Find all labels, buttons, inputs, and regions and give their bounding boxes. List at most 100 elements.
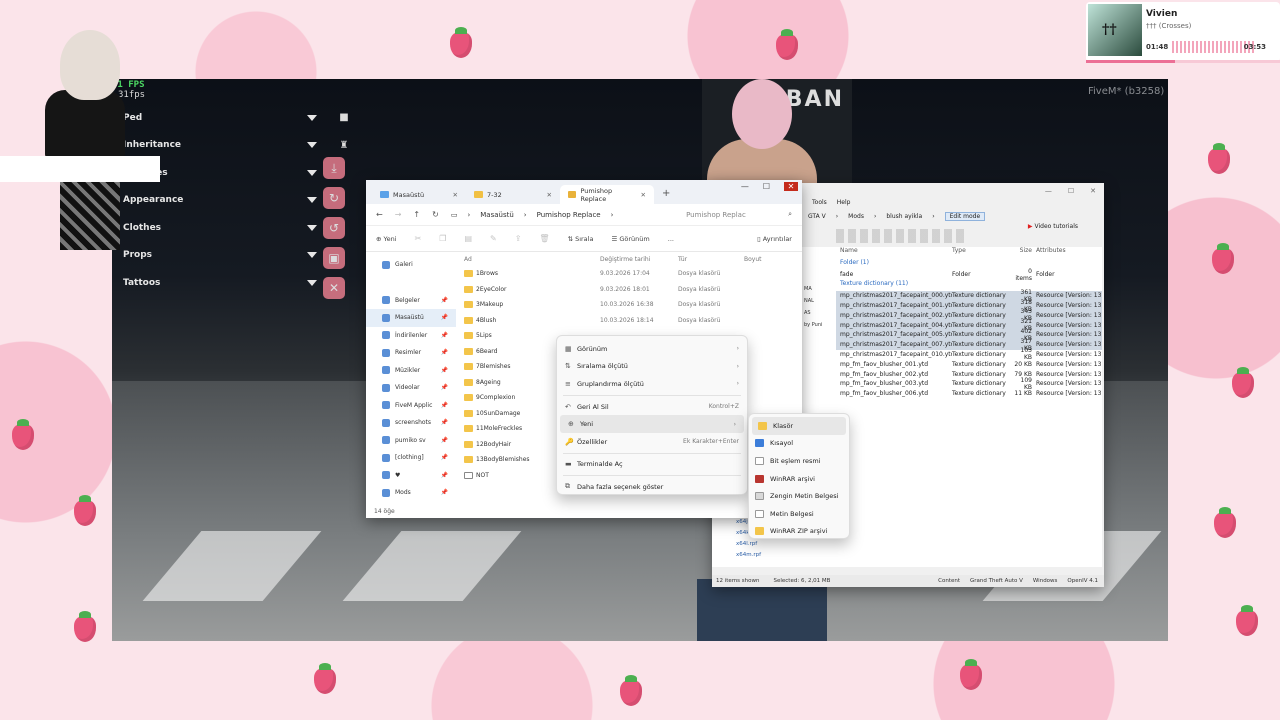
cut-icon[interactable]: ✂ bbox=[415, 234, 422, 243]
menu-help[interactable]: Help bbox=[837, 199, 851, 209]
edit-mode-button[interactable]: Edit mode bbox=[944, 211, 986, 221]
context-menu-item[interactable]: 🔑 Özellikler Ek Karakter+Enter bbox=[557, 433, 747, 451]
rotate-icon[interactable]: ↻ bbox=[323, 187, 345, 209]
submenu-item[interactable]: Kısayol bbox=[749, 435, 849, 453]
new-tab-button[interactable]: + bbox=[654, 188, 678, 204]
more-button[interactable]: ... bbox=[668, 235, 674, 243]
table-row[interactable]: mp_christmas2017_facepaint_002.ytd Textur… bbox=[836, 308, 1102, 322]
up-icon[interactable]: ↑ bbox=[413, 210, 420, 219]
refresh-icon[interactable]: ↻ bbox=[432, 210, 439, 219]
undo-icon[interactable]: ↺ bbox=[323, 217, 345, 239]
nav-item[interactable]: screenshots 📌 bbox=[366, 414, 456, 432]
column-type[interactable]: Type bbox=[952, 247, 1012, 259]
rpf-file[interactable]: x64l.rpf bbox=[736, 541, 761, 552]
nav-item[interactable]: Videolar 📌 bbox=[366, 379, 456, 397]
nav-item[interactable]: [clothing] 📌 bbox=[366, 449, 456, 467]
submenu-item[interactable]: Bit eşlem resmi bbox=[749, 452, 849, 470]
breadcrumb-item[interactable]: Masaüstü bbox=[480, 211, 514, 219]
toolbar[interactable] bbox=[836, 229, 964, 243]
table-row[interactable]: mp_christmas2017_facepaint_007.ytd Textur… bbox=[836, 338, 1102, 352]
details-button[interactable]: ▯ Ayrıntılar bbox=[757, 235, 792, 243]
submenu-item[interactable]: WinRAR arşivi bbox=[749, 470, 849, 488]
close-icon[interactable]: ✕ bbox=[784, 182, 798, 191]
close-icon[interactable]: ✕ bbox=[641, 191, 646, 199]
submenu-item[interactable]: Klasör bbox=[752, 417, 846, 435]
forward-icon[interactable]: → bbox=[395, 210, 402, 219]
context-menu-item[interactable]: ⇅ Sıralama ölçütü › bbox=[557, 358, 747, 376]
nav-item[interactable]: Müzikler 📌 bbox=[366, 362, 456, 380]
table-row[interactable]: mp_fm_faov_blusher_001.ytd Texture dictio… bbox=[836, 359, 1102, 369]
menu-tools[interactable]: Tools bbox=[812, 199, 827, 209]
save-icon[interactable]: ▣ bbox=[323, 247, 345, 269]
table-row[interactable]: 1Brows 9.03.2026 17:04 Dosya klasörü bbox=[464, 266, 802, 282]
table-row[interactable]: mp_christmas2017_facepaint_010.ytd Textur… bbox=[836, 347, 1102, 361]
nav-item[interactable]: Belgeler 📌 bbox=[366, 292, 456, 310]
context-menu-item[interactable]: ▬ Terminalde Aç bbox=[557, 456, 747, 474]
back-icon[interactable]: ← bbox=[376, 210, 383, 219]
breadcrumb-item[interactable]: Pumishop Replace bbox=[537, 211, 601, 219]
nav-item[interactable]: Masaüstü 📌 bbox=[366, 309, 456, 327]
table-row[interactable]: 4Blush 10.03.2026 18:14 Dosya klasörü bbox=[464, 313, 802, 329]
nav-item[interactable]: İndirilenler 📌 bbox=[366, 327, 456, 345]
context-menu-item[interactable]: ⧉ Daha fazla seçenek göster bbox=[557, 478, 747, 496]
submenu-item[interactable]: Metin Belgesi bbox=[749, 505, 849, 523]
table-row[interactable]: mp_fm_faov_blusher_003.ytd Texture dictio… bbox=[836, 377, 1102, 391]
nav-item[interactable]: Mods 📌 bbox=[366, 484, 456, 502]
view-button[interactable]: ☰ Görünüm bbox=[611, 235, 649, 243]
minimize-icon[interactable]: — bbox=[741, 182, 749, 191]
nav-item[interactable]: FiveM Applic 📌 bbox=[366, 397, 456, 415]
column-size[interactable]: Boyut bbox=[744, 256, 762, 263]
menu-item-tattoos[interactable]: Tattoos bbox=[123, 269, 355, 297]
nav-item[interactable]: Resimler 📌 bbox=[366, 344, 456, 362]
maximize-icon[interactable]: ☐ bbox=[1068, 187, 1074, 195]
command-bar: ⊕ Yeni ✂ ❐ ▤ ✎ ⇪ 🗑 ⇅ Sırala ☰ Görünüm ..… bbox=[366, 226, 802, 252]
close-icon[interactable]: ✕ bbox=[547, 191, 552, 199]
tab-pumishop-replace[interactable]: Pumishop Replace ✕ bbox=[560, 185, 654, 204]
paste-icon[interactable]: ▤ bbox=[464, 234, 472, 243]
table-row[interactable]: mp_christmas2017_facepaint_005.ytd Textur… bbox=[836, 328, 1102, 342]
search-input[interactable]: Pumishop Replac bbox=[686, 211, 776, 219]
table-row[interactable]: fade Folder 0 items Folder bbox=[836, 268, 1102, 282]
tab-7-32[interactable]: 7-32 ✕ bbox=[466, 185, 560, 204]
context-menu-item[interactable]: ⊕ Yeni › bbox=[560, 415, 744, 433]
nav-item[interactable]: Galeri bbox=[366, 256, 456, 274]
download-icon[interactable]: ⤓ bbox=[323, 157, 345, 179]
breadcrumb-item[interactable]: GTA V bbox=[808, 213, 826, 220]
column-size[interactable]: Size bbox=[1012, 247, 1036, 259]
submenu-item[interactable]: WinRAR ZIP arşivi bbox=[749, 523, 849, 541]
rename-icon[interactable]: ✎ bbox=[490, 234, 497, 243]
minimize-icon[interactable]: — bbox=[1045, 187, 1052, 195]
column-type[interactable]: Tür bbox=[678, 256, 744, 263]
video-tutorials-link[interactable]: Video tutorials bbox=[1028, 223, 1079, 230]
context-menu-item[interactable]: ↶ Geri Al Sil Kontrol+Z bbox=[557, 398, 747, 416]
column-date[interactable]: Değiştirme tarihi bbox=[600, 256, 678, 263]
close-icon[interactable]: ✕ bbox=[453, 191, 458, 199]
breadcrumb-item[interactable]: Mods bbox=[848, 213, 864, 220]
column-attributes[interactable]: Attributes bbox=[1036, 247, 1066, 259]
close-icon[interactable]: ✕ bbox=[323, 277, 345, 299]
table-row[interactable]: mp_christmas2017_facepaint_000.ytd Textur… bbox=[836, 289, 1102, 303]
close-icon[interactable]: ✕ bbox=[1090, 187, 1096, 195]
copy-icon[interactable]: ❐ bbox=[439, 234, 446, 243]
column-name[interactable]: Name bbox=[840, 247, 952, 259]
context-menu-item[interactable]: ▦ Görünüm › bbox=[557, 340, 747, 358]
new-button[interactable]: ⊕ Yeni bbox=[376, 235, 397, 243]
table-row[interactable]: 2EyeColor 9.03.2026 18:01 Dosya klasörü bbox=[464, 282, 802, 298]
table-row[interactable]: mp_fm_faov_blusher_002.ytd Texture dictio… bbox=[836, 369, 1102, 379]
tab-masaustu[interactable]: Masaüstü ✕ bbox=[372, 185, 466, 204]
table-row[interactable]: mp_fm_faov_blusher_006.ytd Texture dictio… bbox=[836, 389, 1102, 399]
nav-item[interactable]: ♥ 📌 bbox=[366, 467, 456, 485]
breadcrumb-item[interactable]: blush ayikla bbox=[886, 213, 922, 220]
nav-item[interactable]: pumiko sv 📌 bbox=[366, 432, 456, 450]
table-row[interactable]: 3Makeup 10.03.2026 16:38 Dosya klasörü bbox=[464, 297, 802, 313]
submenu-item[interactable]: Zengin Metin Belgesi bbox=[749, 487, 849, 505]
maximize-icon[interactable]: ☐ bbox=[763, 182, 770, 191]
rpf-file[interactable]: x64m.rpf bbox=[736, 552, 761, 563]
table-row[interactable]: mp_christmas2017_facepaint_001.ytd Textur… bbox=[836, 299, 1102, 313]
context-menu-item[interactable]: ≡ Gruplandırma ölçütü › bbox=[557, 375, 747, 393]
column-name[interactable]: Ad bbox=[464, 256, 600, 263]
delete-icon[interactable]: 🗑 bbox=[539, 234, 549, 243]
table-row[interactable]: mp_christmas2017_facepaint_004.ytd Textur… bbox=[836, 318, 1102, 332]
sort-button[interactable]: ⇅ Sırala bbox=[568, 235, 594, 243]
share-icon[interactable]: ⇪ bbox=[515, 234, 522, 243]
